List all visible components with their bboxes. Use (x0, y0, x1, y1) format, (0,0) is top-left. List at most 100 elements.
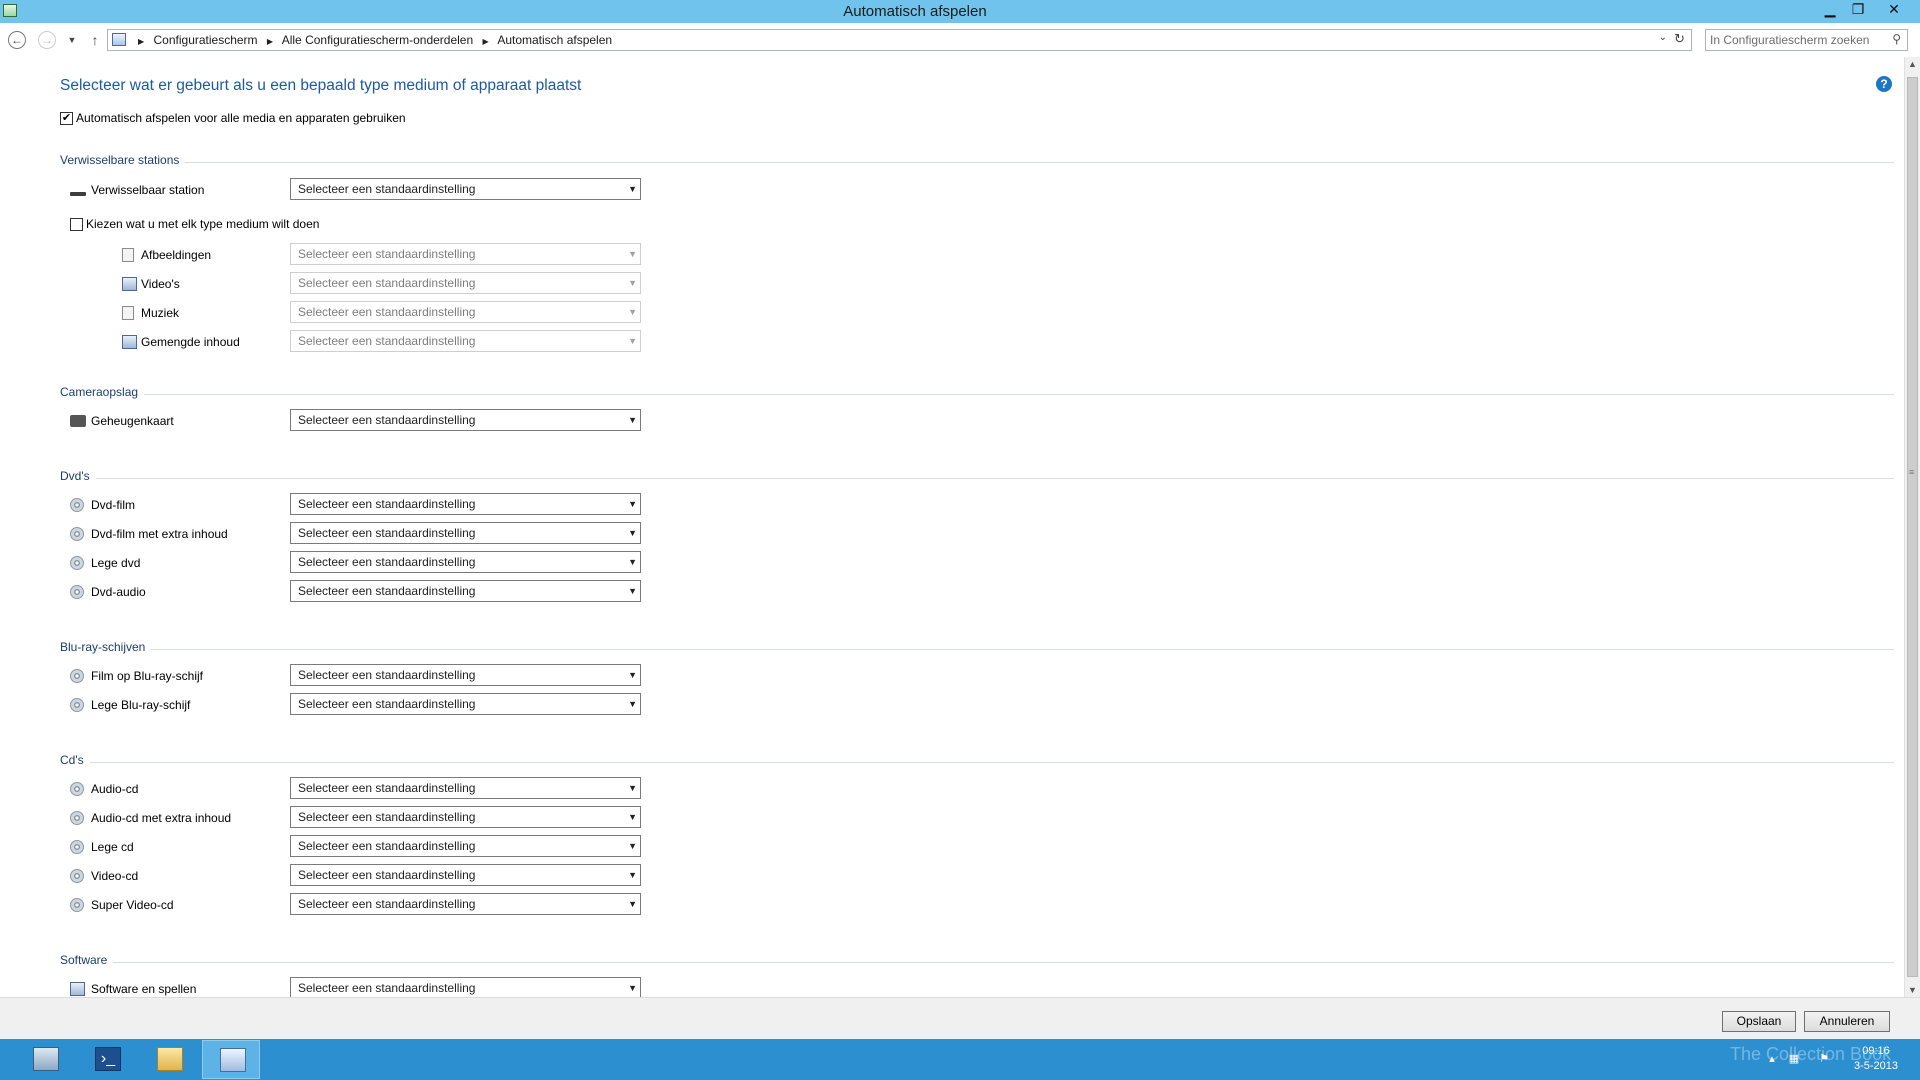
media-type-label: Film op Blu-ray-schijf (91, 669, 204, 683)
folder-icon (157, 1047, 183, 1071)
section-dvds: Dvd's (60, 469, 1894, 485)
audio-cd-icon (70, 782, 84, 796)
removable-drive-icon (70, 192, 86, 196)
show-hidden-icons-icon[interactable]: ▴ (1765, 1052, 1779, 1066)
media-type-label: Lege cd (91, 840, 134, 854)
chevron-down-icon: ▼ (628, 557, 637, 567)
refresh-icon[interactable]: ↻ (1674, 31, 1685, 47)
search-box[interactable]: ⚲ (1705, 29, 1908, 51)
software-games-icon (70, 982, 85, 996)
memory-card-select[interactable]: Selecteer een standaardinstelling ▼ (290, 409, 641, 431)
videos-select[interactable]: Selecteer een standaardinstelling ▼ (290, 272, 641, 294)
section-title: Software (60, 953, 114, 967)
section-divider (60, 649, 1894, 650)
scrollbar-thumb[interactable] (1907, 77, 1918, 977)
chevron-down-icon: ▼ (628, 278, 637, 288)
media-type-label: Dvd-film met extra inhoud (91, 527, 228, 541)
media-type-label: Software en spellen (91, 982, 197, 996)
window-title: Automatisch afspelen (843, 3, 987, 20)
close-button[interactable]: ✕ (1881, 0, 1907, 20)
section-title: Verwisselbare stations (60, 153, 186, 167)
recent-locations-button[interactable]: ▼ (62, 30, 82, 50)
save-button[interactable]: Opslaan (1722, 1011, 1796, 1032)
search-input[interactable] (1710, 32, 1880, 48)
select-value: Selecteer een standaardinstelling (298, 981, 476, 995)
chevron-down-icon: ▼ (628, 899, 637, 909)
pictures-select[interactable]: Selecteer een standaardinstelling ▼ (290, 243, 641, 265)
action-center-icon[interactable]: ⚑ (1817, 1052, 1831, 1066)
removable-drive-label: Verwisselbaar station (91, 183, 205, 197)
control-panel-icon (220, 1048, 246, 1072)
chevron-down-icon: ▼ (628, 870, 637, 880)
dvd-movie-select[interactable]: Selecteer een standaardinstelling ▼ (290, 493, 641, 515)
media-type-label: Dvd-film (91, 498, 135, 512)
system-clock[interactable]: 09:16 3-5-2013 (1854, 1044, 1898, 1074)
breadcrumb-separator-icon[interactable]: ▶ (267, 37, 273, 46)
taskbar-server-manager[interactable] (16, 1040, 74, 1079)
blank-cd-select[interactable]: Selecteer een standaardinstelling ▼ (290, 835, 641, 857)
taskbar-powershell[interactable]: ›_ (78, 1040, 136, 1079)
scrollbar-grip-icon: ≡ (1909, 467, 1915, 477)
section-divider (60, 478, 1894, 479)
media-type-label: Dvd-audio (91, 585, 146, 599)
chevron-down-icon: ▼ (628, 983, 637, 993)
video-cd-icon (70, 869, 84, 883)
address-bar[interactable]: ▶ Configuratiescherm ▶ Alle Configuratie… (107, 29, 1692, 51)
navigation-bar: ← → ▼ ↑ ▶ Configuratiescherm ▶ Alle Conf… (0, 23, 1920, 57)
software-games-select[interactable]: Selecteer een standaardinstelling ▼ (290, 977, 641, 997)
audio-cd-select[interactable]: Selecteer een standaardinstelling ▼ (290, 777, 641, 799)
media-type-label: Afbeeldingen (141, 248, 212, 262)
dvd-audio-icon (70, 585, 84, 599)
select-value: Selecteer een standaardinstelling (298, 839, 476, 853)
section-title: Blu-ray-schijven (60, 640, 152, 654)
forward-button[interactable]: → (38, 31, 56, 49)
use-autoplay-label[interactable]: Automatisch afspelen voor alle media en … (76, 111, 406, 125)
vertical-scrollbar[interactable]: ▲ ≡ ▼ (1904, 57, 1920, 997)
blank-dvd-icon (70, 556, 84, 570)
scroll-down-icon[interactable]: ▼ (1908, 985, 1917, 995)
breadcrumb-autoplay[interactable]: Automatisch afspelen (497, 33, 612, 47)
mixed-content-icon (122, 335, 137, 349)
media-type-label: Video's (141, 277, 180, 291)
music-select[interactable]: Selecteer een standaardinstelling ▼ (290, 301, 641, 323)
super-video-cd-icon (70, 898, 84, 912)
dvd-audio-select[interactable]: Selecteer een standaardinstelling ▼ (290, 580, 641, 602)
scroll-up-icon[interactable]: ▲ (1908, 59, 1917, 69)
select-value: Selecteer een standaardinstelling (298, 810, 476, 824)
select-value: Selecteer een standaardinstelling (298, 334, 476, 348)
enhanced-audio-cd-icon (70, 811, 84, 825)
mixed-content-select[interactable]: Selecteer een standaardinstelling ▼ (290, 330, 641, 352)
choose-per-media-label[interactable]: Kiezen wat u met elk type medium wilt do… (86, 217, 319, 231)
videos-icon (122, 277, 137, 291)
section-removable-drives: Verwisselbare stations (60, 153, 1894, 169)
taskbar-control-panel[interactable] (202, 1040, 260, 1079)
media-type-label: Audio-cd met extra inhoud (91, 811, 232, 825)
breadcrumb-all-items[interactable]: Alle Configuratiescherm-onderdelen (282, 33, 473, 47)
minimize-button[interactable]: ▁ (1817, 0, 1843, 20)
control-panel-icon (112, 33, 126, 46)
blank-bluray-select[interactable]: Selecteer een standaardinstelling ▼ (290, 693, 641, 715)
blank-dvd-select[interactable]: Selecteer een standaardinstelling ▼ (290, 551, 641, 573)
bluray-movie-select[interactable]: Selecteer een standaardinstelling ▼ (290, 664, 641, 686)
video-cd-select[interactable]: Selecteer een standaardinstelling ▼ (290, 864, 641, 886)
up-one-level-button[interactable]: ↑ (85, 30, 105, 50)
chevron-down-icon: ▼ (628, 812, 637, 822)
breadcrumb: ▶ Configuratiescherm ▶ Alle Configuratie… (132, 33, 612, 47)
breadcrumb-separator-icon[interactable]: ▶ (483, 37, 489, 46)
removable-drive-select[interactable]: Selecteer een standaardinstelling ▼ (290, 178, 641, 200)
help-icon[interactable]: ? (1876, 76, 1892, 92)
back-button[interactable]: ← (8, 31, 26, 49)
breadcrumb-control-panel[interactable]: Configuratiescherm (154, 33, 258, 47)
restore-button[interactable]: ❐ (1845, 0, 1871, 20)
enhanced-audio-cd-select[interactable]: Selecteer een standaardinstelling ▼ (290, 806, 641, 828)
dvd-enhanced-select[interactable]: Selecteer een standaardinstelling ▼ (290, 522, 641, 544)
address-dropdown-icon[interactable]: ⌄ (1659, 32, 1667, 43)
search-icon[interactable]: ⚲ (1892, 32, 1901, 46)
choose-per-media-checkbox[interactable] (70, 218, 83, 231)
use-autoplay-checkbox[interactable]: ✔ (60, 112, 73, 125)
network-icon[interactable]: ▦ (1787, 1052, 1801, 1066)
cancel-button[interactable]: Annuleren (1804, 1011, 1890, 1032)
super-video-cd-select[interactable]: Selecteer een standaardinstelling ▼ (290, 893, 641, 915)
server-manager-icon (33, 1047, 59, 1071)
taskbar-file-explorer[interactable] (140, 1040, 198, 1079)
